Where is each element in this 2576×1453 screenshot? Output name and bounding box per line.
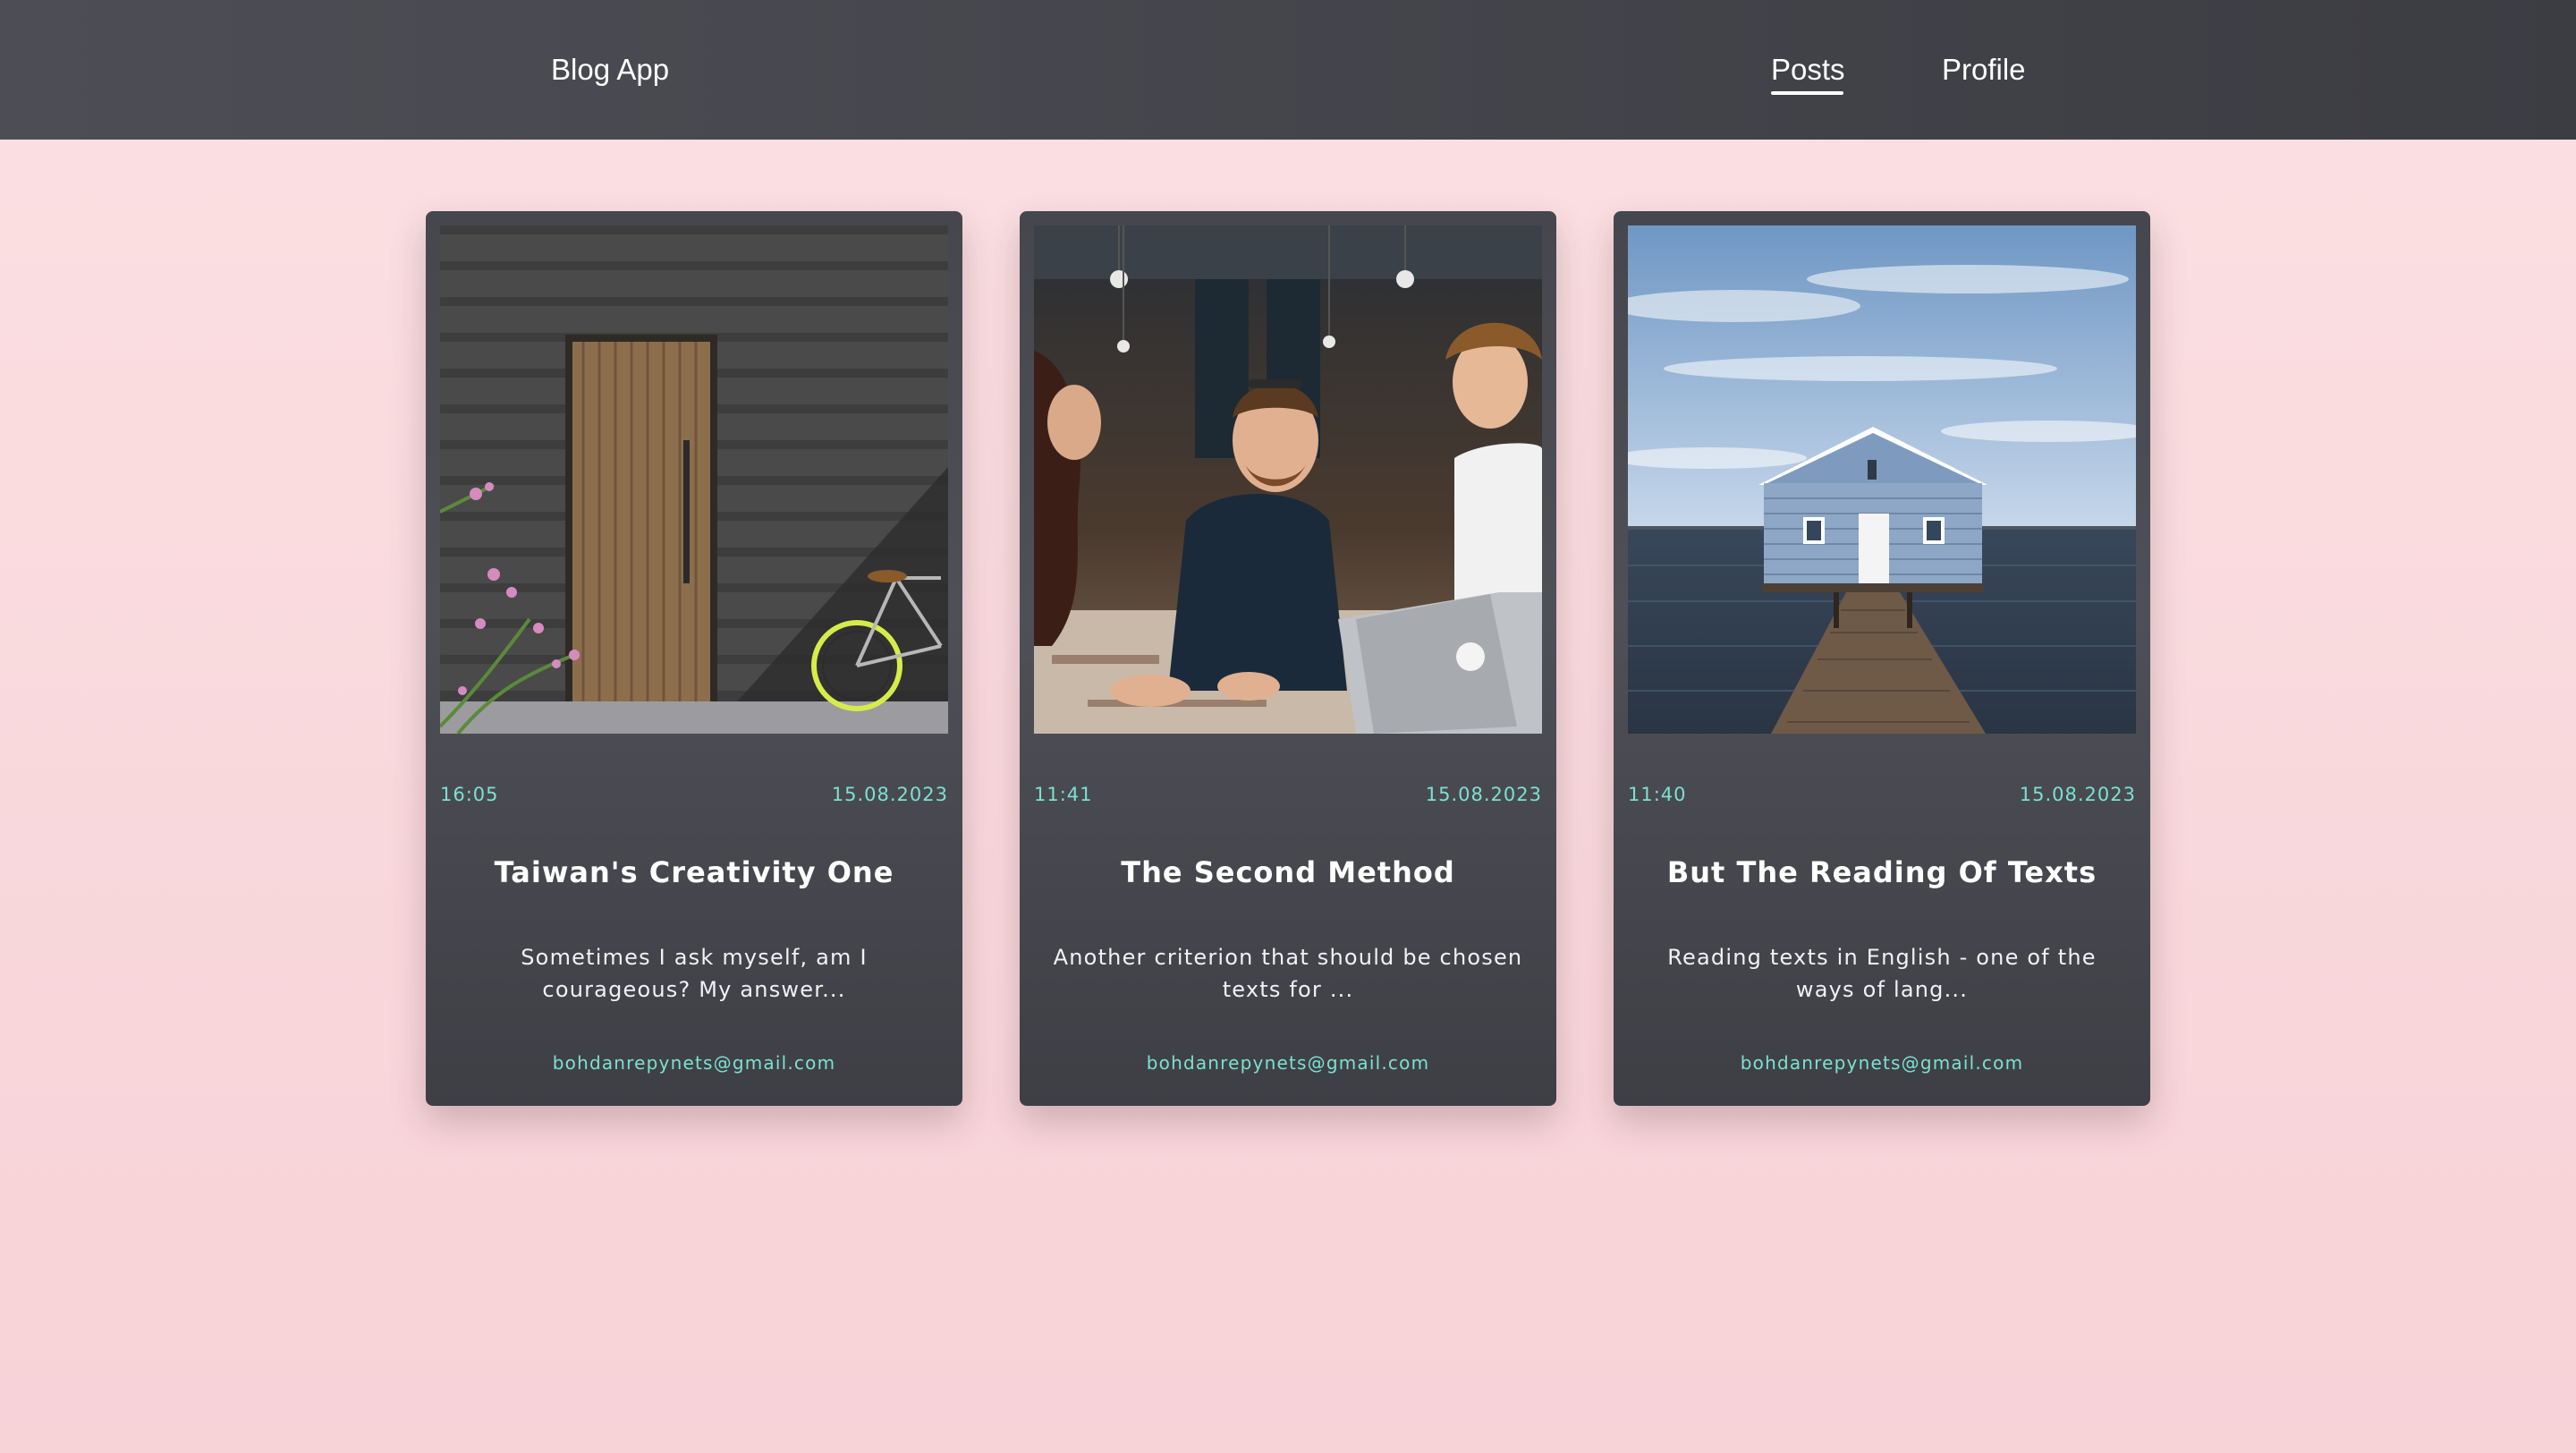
post-image-boathouse-pier[interactable] (1628, 225, 2136, 734)
post-time: 11:40 (1628, 784, 1687, 805)
nav-link-posts[interactable]: Posts (1771, 0, 1845, 140)
active-nav-indicator (1771, 91, 1843, 95)
post-title[interactable]: Taiwan's Creativity One (426, 855, 962, 889)
post-date: 15.08.2023 (831, 784, 948, 805)
post-title[interactable]: But The Reading Of Texts (1614, 855, 2150, 889)
post-image-door-bicycle[interactable] (440, 225, 948, 734)
post-author-email[interactable]: bohdanrepynets@gmail.com (1020, 1052, 1556, 1074)
nav-link-profile[interactable]: Profile (1942, 0, 2026, 140)
post-card[interactable]: 11:41 15.08.2023 The Second Method Anoth… (1020, 211, 1556, 1106)
post-author-email[interactable]: bohdanrepynets@gmail.com (426, 1052, 962, 1074)
post-excerpt: Sometimes I ask myself, am I courageous?… (521, 945, 868, 1002)
post-time: 11:41 (1034, 784, 1093, 805)
post-card[interactable]: 11:40 15.08.2023 But The Reading Of Text… (1614, 211, 2150, 1106)
post-author-email[interactable]: bohdanrepynets@gmail.com (1614, 1052, 2150, 1074)
post-title[interactable]: The Second Method (1020, 855, 1556, 889)
post-date: 15.08.2023 (2019, 784, 2136, 805)
post-image-people-laptop[interactable] (1034, 225, 1542, 734)
post-time: 16:05 (440, 784, 499, 805)
top-navbar: Blog App Posts Profile (0, 0, 2576, 140)
post-card[interactable]: 16:05 15.08.2023 Taiwan's Creativity One… (426, 211, 962, 1106)
post-excerpt: Reading texts in English - one of the wa… (1667, 945, 2097, 1002)
post-date: 15.08.2023 (1425, 784, 1542, 805)
post-excerpt: Another criterion that should be chosen … (1053, 945, 1523, 1002)
brand-logo[interactable]: Blog App (551, 0, 669, 140)
